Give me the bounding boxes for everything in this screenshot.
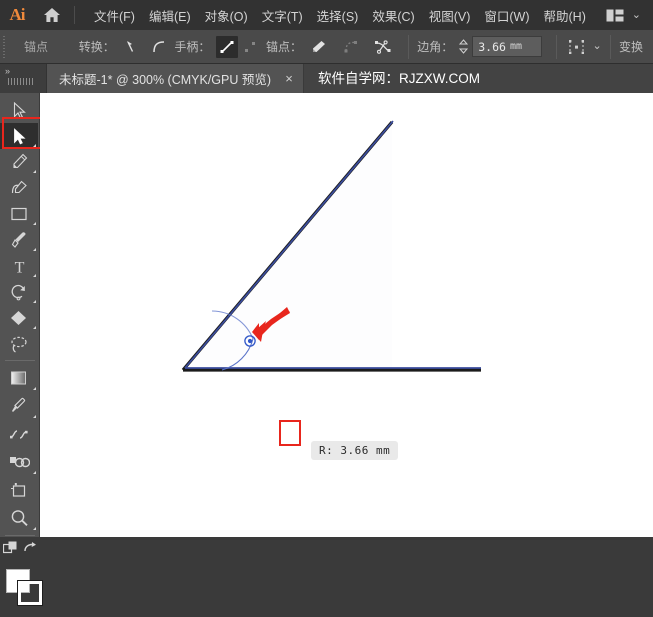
tool-flyout-indicator[interactable] [33,326,36,329]
convert-buttons [121,36,170,58]
show-handles-icon[interactable] [216,35,239,58]
handle-label: 手柄： [174,40,211,54]
blend-tool-icon[interactable] [0,420,38,448]
anchor-buttons [308,36,394,58]
lasso-tool-icon[interactable] [0,331,38,357]
zoom-tool-icon[interactable] [0,504,38,532]
menu-items: 文件(F) 编辑(E) 对象(O) 文字(T) 选择(S) 效果(C) 视图(V… [87,2,593,29]
close-icon[interactable]: × [283,72,295,85]
tool-flyout-indicator[interactable] [33,527,36,530]
gradient-tool-icon[interactable] [0,364,38,392]
options-bar: 锚点 转换： 手柄： 锚点： 边角： 3.66 mm ⌄ 变换 [0,30,653,64]
tools-panel: T [0,93,46,606]
menu-edit[interactable]: 编辑(E) [142,2,198,29]
svg-text:T: T [14,259,24,275]
menu-view[interactable]: 视图(V) [422,2,478,29]
chevron-down-icon[interactable]: ⌄ [632,9,641,21]
curvature-tool-icon[interactable] [0,175,38,201]
options-bar-grip[interactable] [3,35,6,58]
menubar-divider [74,6,75,24]
tool-flyout-indicator[interactable] [33,248,36,251]
tool-flyout-indicator[interactable] [33,222,36,225]
tool-flyout-indicator[interactable] [33,274,36,277]
align-chevron-down-icon[interactable]: ⌄ [592,41,601,52]
tool-flyout-indicator[interactable] [33,471,36,474]
tool-flyout-indicator[interactable] [33,300,36,303]
symbol-sprayer-tool-icon[interactable] [0,448,38,476]
corner-label: 边角： [417,40,454,54]
convert-to-corner-icon[interactable] [121,36,143,58]
tools-divider-2 [4,535,35,536]
align-group: ⌄ [565,36,602,58]
radius-tooltip: R: 3.66 mm [311,441,399,460]
rectangle-tool-icon[interactable] [0,201,38,227]
expand-arrows-icon[interactable]: » [5,66,10,76]
handle-buttons [216,35,261,58]
corner-radius-unit: mm [509,41,522,52]
rotate-tool-icon[interactable] [0,279,38,305]
shape-builder-tool-icon[interactable] [0,305,38,331]
corner-radius-input[interactable]: 3.66 mm [472,36,543,57]
options-divider-1 [407,34,410,59]
panel-dock-toggle[interactable]: » [0,64,47,93]
menu-effect[interactable]: 效果(C) [365,2,421,29]
color-mode-row [0,539,40,561]
remove-anchor-icon[interactable] [308,36,330,58]
tool-flyout-indicator[interactable] [33,387,36,390]
tools-divider-1 [4,360,35,361]
menu-type[interactable]: 文字(T) [255,2,310,29]
type-tool-icon[interactable]: T [0,253,38,279]
corner-stepper[interactable] [458,38,469,56]
convert-label: 转换： [78,40,115,54]
document-tab-title: 未标题-1* @ 300% (CMYK/GPU 预览) [59,73,272,87]
anchor-label: 锚点： [265,40,302,54]
menu-select[interactable]: 选择(S) [310,2,366,29]
angle-artwork [181,120,481,372]
direct-selection-tool-icon[interactable] [0,123,38,149]
menu-help[interactable]: 帮助(H) [537,2,593,29]
stroke-swatch[interactable] [17,580,43,606]
illustrator-window: Ai 文件(F) 编辑(E) 对象(O) 文字(T) 选择(S) 效果(C) 视… [0,0,653,606]
tool-flyout-indicator[interactable] [33,170,36,173]
options-divider-3 [609,34,611,59]
cut-path-icon[interactable] [372,36,394,58]
tool-flyout-indicator[interactable] [33,144,36,147]
align-panel-icon[interactable] [565,36,587,58]
document-tab-bar: » 未标题-1* @ 300% (CMYK/GPU 预览) × 软件自学网：RJ… [0,64,653,93]
hide-handles-icon[interactable] [239,36,261,58]
menu-file[interactable]: 文件(F) [87,2,142,29]
menu-window[interactable]: 窗口(W) [477,2,536,29]
corner-radius-value: 3.66 [478,39,506,54]
options-divider-2 [556,34,558,59]
artboard-tool-icon[interactable] [0,476,38,504]
screen-mode-icon[interactable] [2,541,18,560]
home-icon[interactable] [34,0,70,30]
eyedropper-tool-icon[interactable] [0,392,38,420]
corner-widget-highlight [279,420,301,446]
swap-fill-stroke-icon[interactable] [23,541,37,560]
menu-object[interactable]: 对象(O) [198,2,255,29]
workspace-switcher-icon[interactable] [606,9,624,22]
pen-tool-icon[interactable] [0,149,38,175]
tool-flyout-indicator[interactable] [33,415,36,418]
menu-bar: Ai 文件(F) 编辑(E) 对象(O) 文字(T) 选择(S) 效果(C) 视… [0,0,653,30]
fill-stroke-swatches [0,565,43,617]
selection-tool-icon[interactable] [0,97,38,123]
options-context-label: 锚点 [24,40,49,54]
convert-to-smooth-icon[interactable] [148,36,170,58]
paintbrush-tool-icon[interactable] [0,227,38,253]
ai-logo-icon: Ai [9,5,26,24]
document-tab[interactable]: 未标题-1* @ 300% (CMYK/GPU 预览) × [47,64,305,93]
connect-anchors-icon[interactable] [340,36,362,58]
watermark-text: 软件自学网：RJZXW.COM [318,71,481,86]
transform-label[interactable]: 变换 [619,38,643,55]
dock-grip[interactable] [8,78,34,85]
document-canvas[interactable]: R: 3.66 mm [40,93,653,537]
menubar-right-controls: ⌄ [606,9,653,22]
